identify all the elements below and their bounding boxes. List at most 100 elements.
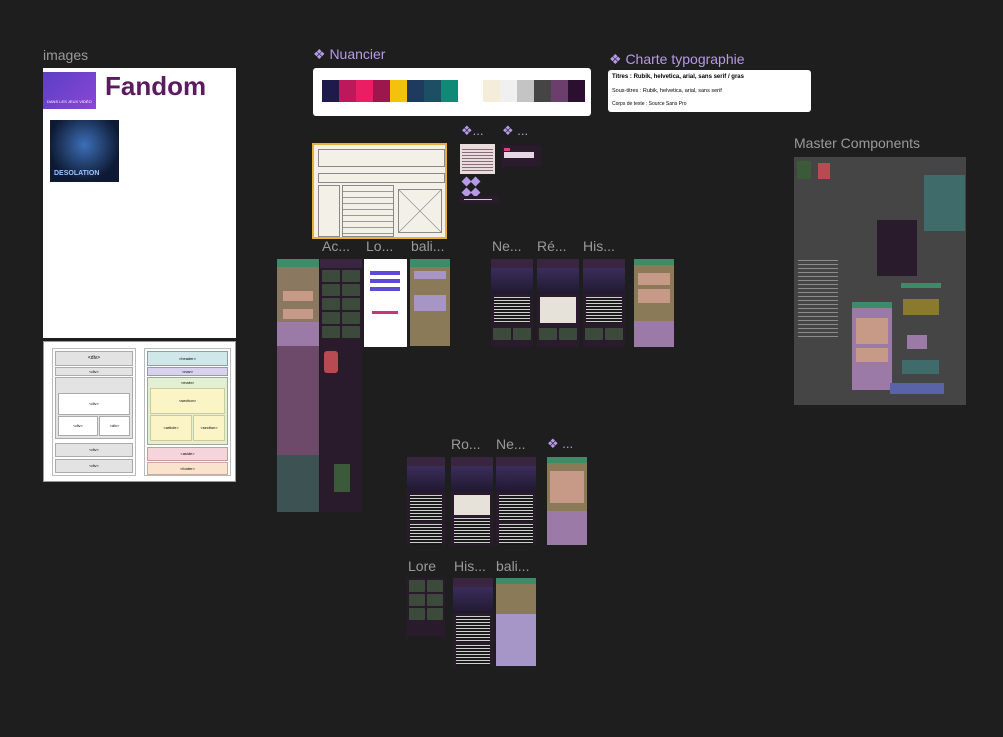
color-swatch bbox=[322, 80, 339, 102]
login-button-2 bbox=[370, 279, 400, 283]
div-column: <div> <div> <div> <div> <div> <div> <div… bbox=[52, 348, 136, 476]
nav-tag: <nav> bbox=[147, 367, 228, 376]
master-components-label[interactable]: Master Components bbox=[794, 135, 920, 151]
frame-label-news-2[interactable]: Ne... bbox=[496, 436, 526, 452]
frame-label-histoire-2[interactable]: His... bbox=[454, 558, 486, 574]
component-text bbox=[798, 257, 838, 337]
layout-block bbox=[283, 291, 313, 301]
character-grid bbox=[537, 326, 579, 342]
aside-tag: <aside> bbox=[147, 447, 228, 461]
component-block bbox=[924, 175, 965, 231]
game-banner-image: DANS LES JEUX VIDÉO bbox=[43, 72, 96, 109]
frame-news-2[interactable] bbox=[496, 457, 536, 545]
images-label[interactable]: images bbox=[43, 47, 88, 63]
frame-component-2[interactable] bbox=[547, 457, 587, 545]
div-tag: <div> bbox=[55, 443, 133, 457]
sketch-image-placeholder bbox=[398, 189, 442, 233]
frame-label-lore[interactable]: Lore bbox=[408, 558, 436, 574]
frame-label-resume[interactable]: Ré... bbox=[537, 238, 567, 254]
frame-label-histoire-1[interactable]: His... bbox=[583, 238, 615, 254]
color-swatch bbox=[500, 80, 517, 102]
balise-nav bbox=[414, 271, 446, 279]
section-tag: <section> bbox=[150, 388, 225, 414]
input-field bbox=[504, 152, 534, 158]
login-button-1 bbox=[370, 271, 400, 275]
character-figure bbox=[818, 163, 830, 179]
balise-section bbox=[634, 321, 674, 347]
frame-label-ro[interactable]: Ro... bbox=[451, 436, 481, 452]
balise-block bbox=[638, 273, 670, 285]
images-frame[interactable]: DANS LES JEUX VIDÉO Fandom DESOLATION bbox=[43, 68, 236, 338]
color-swatch bbox=[441, 80, 458, 102]
component-slider[interactable] bbox=[459, 196, 499, 203]
component-block bbox=[902, 360, 939, 374]
frame-label-accueil[interactable]: Ac... bbox=[322, 238, 350, 254]
component-label-b[interactable]: ❖ ... bbox=[502, 123, 528, 139]
balise-header bbox=[410, 259, 450, 267]
layout-block bbox=[283, 309, 313, 319]
typo-label[interactable]: ❖ Charte typographie bbox=[609, 51, 745, 68]
div-tag: <div> bbox=[55, 351, 133, 366]
nuancier-label[interactable]: ❖ Nuancier bbox=[313, 46, 385, 63]
frame-label-login[interactable]: Lo... bbox=[366, 238, 393, 254]
nuancier-frame[interactable] bbox=[313, 68, 591, 116]
frame-news-1[interactable] bbox=[491, 259, 533, 347]
article-tag: <article> bbox=[150, 415, 192, 441]
component-label-2[interactable]: ❖ ... bbox=[547, 436, 573, 452]
sketch-nav bbox=[318, 173, 445, 183]
semantic-wireframe-frame[interactable]: <div> <div> <div> <div> <div> <div> <div… bbox=[43, 341, 236, 482]
frame-label-news-1[interactable]: Ne... bbox=[492, 238, 522, 254]
frame-balise-2[interactable] bbox=[496, 578, 536, 666]
color-swatch bbox=[568, 80, 585, 102]
color-swatch bbox=[356, 80, 373, 102]
login-submit bbox=[372, 311, 398, 314]
character-figure bbox=[797, 161, 811, 179]
sketch-sidebar bbox=[318, 185, 340, 237]
div-block: <div> <div> <div> bbox=[55, 377, 133, 439]
component-label-a[interactable]: ❖... bbox=[461, 123, 484, 139]
frame-login[interactable] bbox=[364, 259, 407, 347]
typo-frame[interactable]: Titres : Rubik, helvetica, arial, sans s… bbox=[608, 70, 811, 112]
layout-frame-mauve[interactable] bbox=[277, 259, 319, 512]
frame-balise-1[interactable] bbox=[410, 259, 450, 346]
typo-titles: Titres : Rubik, helvetica, arial, sans s… bbox=[612, 74, 744, 80]
color-swatch bbox=[517, 80, 534, 102]
typo-subtitles: Sous-titres : Rubik, helvetica, arial, s… bbox=[612, 88, 722, 94]
color-swatch bbox=[551, 80, 568, 102]
main-tag: <main> bbox=[180, 380, 195, 385]
character-avatar bbox=[324, 351, 338, 373]
component-card[interactable] bbox=[460, 144, 495, 174]
color-swatch bbox=[407, 80, 424, 102]
frame-ro[interactable] bbox=[451, 457, 493, 545]
component-layout bbox=[852, 302, 892, 390]
frame-balise-layout[interactable] bbox=[634, 259, 674, 347]
frame-resume[interactable] bbox=[537, 259, 579, 347]
layout-footer bbox=[277, 455, 319, 512]
character-grid bbox=[320, 268, 362, 340]
character-grid bbox=[491, 326, 533, 342]
balise-header bbox=[634, 259, 674, 265]
sketch-text bbox=[342, 185, 394, 237]
frame-label-balise-1[interactable]: bali... bbox=[411, 238, 444, 254]
component-card-text bbox=[462, 147, 493, 171]
component-input[interactable] bbox=[501, 145, 541, 167]
div-tag: <div> bbox=[55, 367, 133, 376]
character-grid bbox=[407, 578, 445, 622]
slider-track bbox=[464, 199, 492, 200]
balise-block bbox=[638, 289, 670, 303]
master-components-frame[interactable] bbox=[794, 157, 966, 405]
frame-character-1[interactable] bbox=[407, 457, 445, 545]
frame-histoire-2[interactable] bbox=[453, 578, 493, 666]
component-block bbox=[907, 335, 927, 349]
frame-label-balise-2[interactable]: bali... bbox=[496, 558, 529, 574]
div-tag: <div> bbox=[99, 416, 130, 436]
typo-body: Corps de texte : Source Sans Pro bbox=[612, 101, 687, 107]
character-figure bbox=[334, 464, 350, 492]
frame-histoire-1[interactable] bbox=[583, 259, 625, 347]
frame-accueil[interactable] bbox=[320, 259, 362, 512]
frame-lore[interactable] bbox=[407, 578, 445, 636]
paper-sketch-frame[interactable] bbox=[312, 143, 447, 239]
layout-header bbox=[277, 259, 319, 267]
section-tag: <section> bbox=[193, 415, 225, 441]
component-block bbox=[903, 299, 939, 315]
